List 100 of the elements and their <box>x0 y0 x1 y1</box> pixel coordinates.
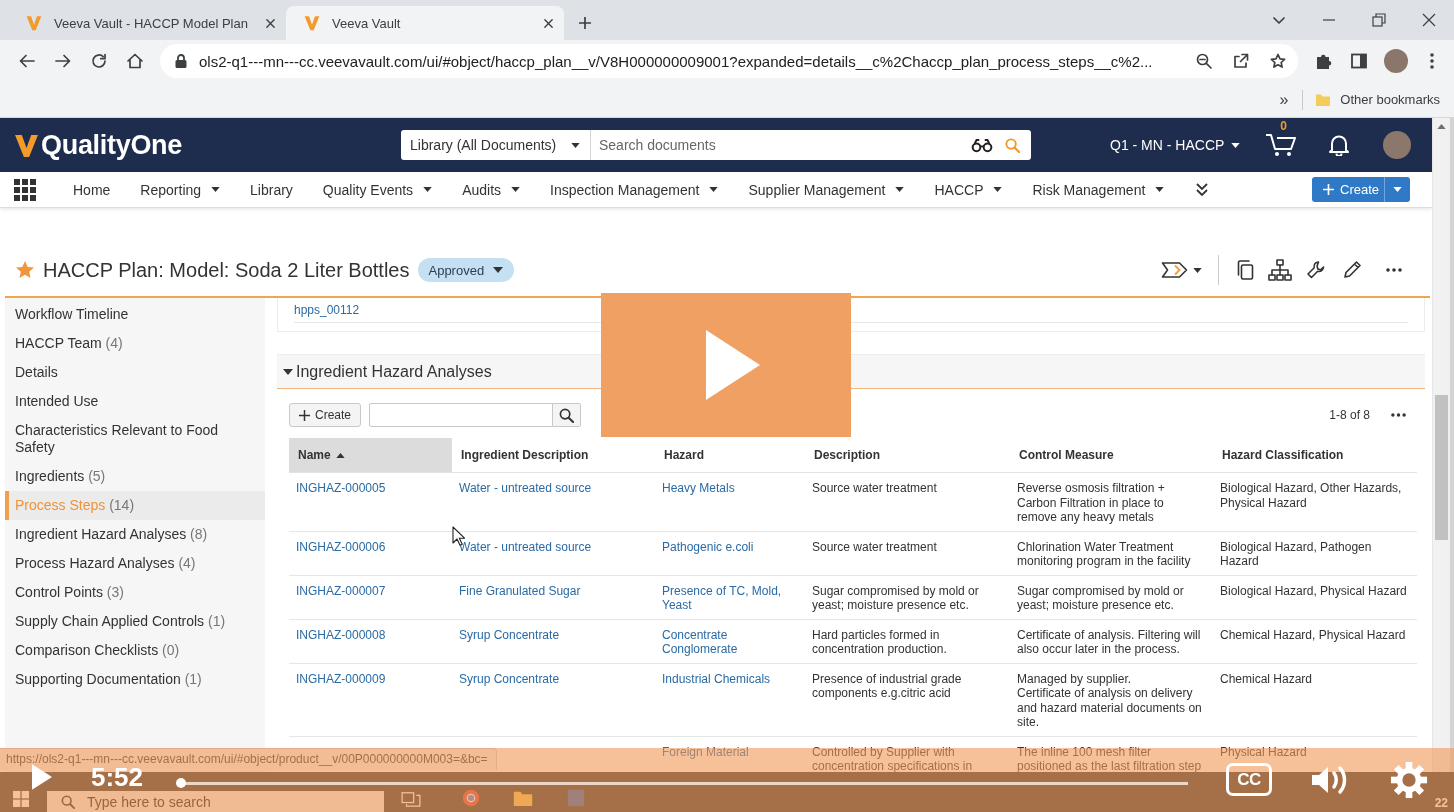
sidebar-item[interactable]: Process Steps (14) <box>5 491 265 520</box>
browser-tab[interactable]: Veeva Vault <box>286 6 564 40</box>
table-link[interactable]: Industrial Chemicals <box>662 671 799 686</box>
gear-icon[interactable] <box>1390 761 1428 799</box>
more-icon[interactable] <box>1386 268 1402 272</box>
sidebar-item[interactable]: Supporting Documentation (1) <box>5 665 265 694</box>
close-icon[interactable] <box>543 17 554 29</box>
forward-arrow-icon[interactable] <box>54 52 72 70</box>
wrench-icon[interactable] <box>1306 260 1326 280</box>
table-link[interactable]: Water - untreated source <box>459 539 649 554</box>
nav-item[interactable]: Reporting <box>140 181 221 198</box>
app-grid-icon[interactable] <box>14 178 36 201</box>
collapse-caret-icon[interactable] <box>283 368 293 375</box>
task-view-icon[interactable] <box>401 791 421 807</box>
taskbar-search-box[interactable]: Type here to search <box>47 791 384 812</box>
cart-icon[interactable] <box>1265 132 1298 158</box>
binoculars-icon[interactable] <box>971 137 993 153</box>
round-app-icon[interactable] <box>462 789 480 807</box>
more-icon[interactable] <box>1391 413 1406 417</box>
table-link[interactable]: INGHAZ-000005 <box>296 481 446 496</box>
sidebar-item[interactable]: Control Points (3) <box>5 578 265 607</box>
browser-tab[interactable]: Veeva Vault - HACCP Model Plan <box>8 6 286 40</box>
sidebar-item[interactable]: Supply Chain Applied Controls (1) <box>5 607 265 636</box>
star-outline-icon[interactable] <box>1270 53 1286 69</box>
create-button[interactable]: Create <box>289 403 361 427</box>
close-icon[interactable] <box>265 17 276 29</box>
pencil-icon[interactable] <box>1342 260 1362 280</box>
double-chevron-icon[interactable] <box>1196 182 1209 197</box>
home-icon[interactable] <box>126 52 144 70</box>
kebab-menu-icon[interactable] <box>1430 53 1434 69</box>
create-menu-button[interactable] <box>1384 177 1410 202</box>
profile-avatar[interactable] <box>1384 49 1408 73</box>
table-link[interactable]: INGHAZ-000007 <box>296 583 446 598</box>
column-header[interactable]: Description <box>805 438 1010 473</box>
reload-icon[interactable] <box>90 52 108 70</box>
table-link[interactable]: INGHAZ-000008 <box>296 627 446 642</box>
search-field[interactable]: Search documents <box>599 133 959 157</box>
nav-item[interactable]: HACCP <box>934 181 1003 198</box>
search-field[interactable] <box>369 403 553 427</box>
nav-item[interactable]: Library <box>250 181 293 198</box>
plus-icon[interactable] <box>578 16 592 30</box>
scroll-up-icon[interactable] <box>1437 124 1446 129</box>
table-link[interactable]: Fine Granulated Sugar <box>459 583 649 598</box>
close-icon[interactable] <box>1422 13 1436 27</box>
sidebar-item[interactable]: Details <box>5 358 265 387</box>
table-link[interactable]: Syrup Concentrate <box>459 627 649 642</box>
column-header[interactable]: Hazard Classification <box>1213 438 1417 473</box>
bookmark-folder[interactable]: Other bookmarks <box>1315 92 1440 107</box>
address-bar[interactable]: ols2-q1---mn---cc.veevavault.com/ui/#object/haccp_plan__v/V8H000000009001?expanded=details__c%2Chaccp_plan_process_steps__c%2... <box>160 44 1298 78</box>
sidebar-item[interactable]: Workflow Timeline <box>5 300 265 329</box>
search-button[interactable] <box>553 403 581 427</box>
vault-selector[interactable]: Q1 - MN - HACCP <box>1110 137 1241 153</box>
table-link[interactable]: Pathogenic e.coli <box>662 539 799 554</box>
column-header[interactable]: Ingredient Description <box>452 438 655 473</box>
progress-thumb[interactable] <box>176 778 186 788</box>
user-avatar[interactable] <box>1383 131 1412 159</box>
status-badge[interactable]: Approved <box>418 258 515 282</box>
nav-item[interactable]: Supplier Management <box>748 181 905 198</box>
nav-item[interactable]: Quality Events <box>322 181 433 198</box>
bell-icon[interactable] <box>1329 134 1350 156</box>
scrollbar[interactable] <box>1432 118 1450 772</box>
create-button[interactable]: Create <box>1312 177 1384 202</box>
hierarchy-icon[interactable] <box>1268 259 1292 281</box>
captions-button[interactable]: CC <box>1226 763 1272 796</box>
sidebar-item[interactable]: Comparison Checklists (0) <box>5 636 265 665</box>
taskbar-search-field[interactable]: Type here to search <box>87 792 384 811</box>
sidebar-item[interactable]: Process Hazard Analyses (4) <box>5 549 265 578</box>
table-link[interactable]: Syrup Concentrate <box>459 671 649 686</box>
star-icon[interactable] <box>15 260 35 280</box>
nav-item[interactable]: Inspection Management <box>550 181 719 198</box>
column-header[interactable]: Hazard <box>655 438 805 473</box>
table-link[interactable]: Water - untreated source <box>459 481 649 496</box>
chevron-tag-icon[interactable] <box>1161 261 1189 279</box>
sidebar-item[interactable]: Ingredients (5) <box>5 462 265 491</box>
bookmarks-overflow-button[interactable]: » <box>1279 90 1289 109</box>
table-link[interactable]: Concentrate Conglomerate <box>662 627 799 657</box>
table-link[interactable]: Heavy Metals <box>662 481 799 496</box>
play-icon[interactable] <box>32 764 52 790</box>
sidebar-item[interactable]: HACCP Team (4) <box>5 329 265 358</box>
nav-item[interactable]: Audits <box>462 181 521 198</box>
puzzle-icon[interactable] <box>1315 52 1333 70</box>
share-icon[interactable] <box>1233 53 1249 69</box>
column-header[interactable]: Name <box>289 438 452 473</box>
scope-dropdown[interactable]: Library (All Documents) <box>401 130 591 160</box>
table-link[interactable]: Presence of TC, Mold, Yeast <box>662 583 799 613</box>
sidebar-item[interactable]: Characteristics Relevant to Food Safety <box>5 416 265 462</box>
restore-icon[interactable] <box>1372 13 1386 27</box>
column-header[interactable]: Control Measure <box>1010 438 1213 473</box>
zoom-out-icon[interactable] <box>1196 53 1212 69</box>
caret-icon[interactable] <box>1193 267 1202 273</box>
table-link[interactable]: hpps_00112 <box>294 303 360 317</box>
sidebar-item[interactable]: Ingredient Hazard Analyses (8) <box>5 520 265 549</box>
nav-item[interactable]: Risk Management <box>1032 181 1165 198</box>
table-link[interactable]: INGHAZ-000009 <box>296 671 446 686</box>
back-arrow-icon[interactable] <box>18 52 36 70</box>
copy-icon[interactable] <box>1236 260 1254 280</box>
scrollbar-thumb[interactable] <box>1435 395 1448 540</box>
table-link[interactable]: INGHAZ-000006 <box>296 539 446 554</box>
side-panel-icon[interactable] <box>1350 52 1368 70</box>
search-box[interactable]: Search documents <box>591 130 1031 160</box>
